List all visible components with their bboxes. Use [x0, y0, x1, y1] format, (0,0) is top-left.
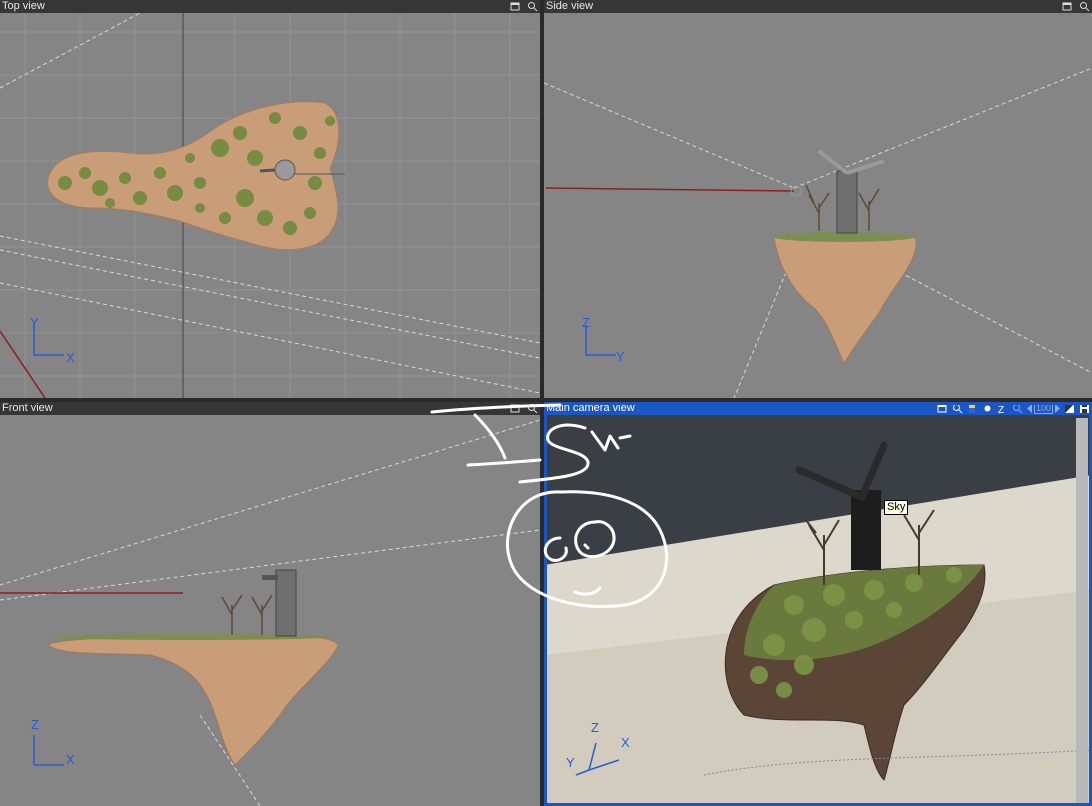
maximize-icon[interactable] [1062, 1, 1073, 12]
front-view-titlebar: Front view [0, 402, 540, 415]
side-view-scene [544, 67, 1092, 398]
camera-vertical-scrollbar[interactable] [1076, 418, 1088, 803]
maximize-icon[interactable] [510, 403, 521, 414]
front-view-axis-z: Z [31, 717, 39, 732]
camera-view-title: Main camera view [546, 402, 635, 414]
save-icon[interactable] [1079, 403, 1090, 414]
camera-view-canvas[interactable]: Sky Z X Y [544, 415, 1092, 806]
side-view-canvas[interactable]: Z Y [544, 13, 1092, 398]
camera-viewport[interactable]: Main camera view Z 100 Sky Z X Y [544, 402, 1092, 806]
front-view-axis-gizmo [33, 735, 64, 766]
render-icon[interactable] [967, 403, 978, 414]
side-view-axis-y: Y [616, 349, 625, 364]
camera-view-axis-z: Z [591, 720, 599, 735]
front-view-scene [0, 419, 540, 806]
top-view-titlebar: Top view [0, 0, 540, 13]
maximize-icon[interactable] [937, 403, 948, 414]
horizontal-splitter[interactable] [0, 398, 1092, 402]
camera-view-axis-x: X [621, 735, 630, 750]
camera-view-titlebar: Main camera view Z 100 [544, 402, 1092, 415]
front-view-canvas[interactable]: Z X [0, 415, 540, 806]
front-view-axis-x: X [66, 752, 75, 767]
side-view-title: Side view [546, 0, 594, 12]
side-viewport[interactable]: Side view Z Y [544, 0, 1092, 398]
side-view-axis-z: Z [582, 315, 590, 330]
vertical-splitter[interactable] [540, 0, 544, 806]
camera-icon[interactable] [952, 403, 963, 414]
top-viewport[interactable]: Top view Y X [0, 0, 540, 398]
dot-icon[interactable] [982, 403, 993, 414]
svg-text:Z: Z [998, 405, 1004, 414]
camera-icon[interactable] [527, 403, 538, 414]
sky-tooltip: Sky [884, 500, 909, 515]
toggle-icon[interactable] [1064, 403, 1075, 414]
camera-view-axis-y: Y [566, 755, 575, 770]
lens-icon[interactable] [1012, 403, 1023, 414]
side-view-titlebar: Side view [544, 0, 1092, 13]
z-icon[interactable]: Z [997, 403, 1008, 414]
nav-arrows-icon[interactable]: 100 [1026, 403, 1060, 414]
top-view-scene [0, 13, 540, 398]
maximize-icon[interactable] [510, 1, 521, 12]
top-view-title: Top view [2, 0, 45, 12]
zoom-readout: 100 [1033, 403, 1053, 414]
camera-icon[interactable] [527, 1, 538, 12]
front-view-title: Front view [2, 402, 53, 414]
top-view-axis-y: Y [30, 315, 39, 330]
top-view-canvas[interactable]: Y X [0, 13, 540, 398]
camera-icon[interactable] [1079, 1, 1090, 12]
top-view-axis-x: X [66, 350, 75, 365]
front-viewport[interactable]: Front view Z X [0, 402, 540, 806]
